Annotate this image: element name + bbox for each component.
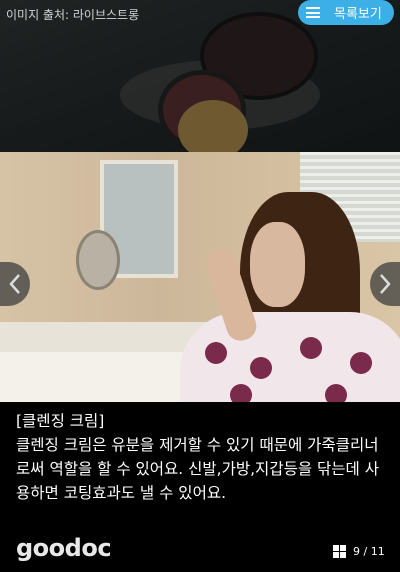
page-indicator: 9 / 11 — [353, 545, 385, 558]
chevron-right-icon — [380, 274, 391, 294]
slide-photo — [0, 152, 400, 402]
image-source-text: 이미지 출처: 라이브스트롱 — [6, 8, 140, 22]
menu-icon — [306, 7, 320, 18]
caption-title: [클렌징 크림] — [16, 412, 105, 430]
caption-body: 클렌징 크림은 유분을 제거할 수 있기 때문에 가죽클리너로써 역할을 할 수… — [16, 436, 379, 502]
chevron-left-icon — [9, 274, 20, 294]
slide-pager[interactable]: 9 / 11 — [333, 545, 385, 558]
list-view-button[interactable]: 목록보기 — [298, 0, 394, 25]
goodoc-logo: goodoc — [16, 534, 112, 562]
grid-icon — [333, 545, 346, 558]
slide-caption: [클렌징 크림] 클렌징 크림은 유분을 제거할 수 있기 때문에 가죽클리너로… — [16, 409, 386, 505]
list-view-label: 목록보기 — [334, 7, 382, 22]
